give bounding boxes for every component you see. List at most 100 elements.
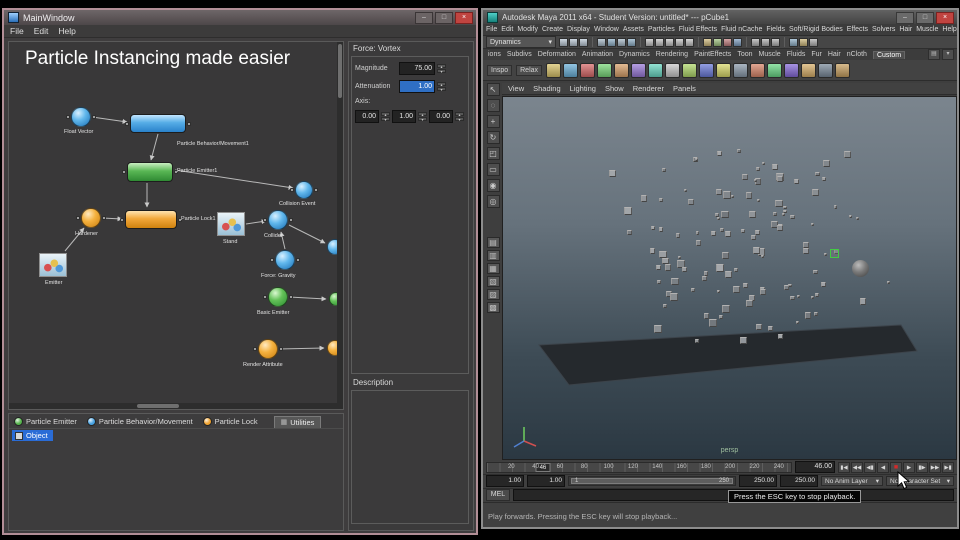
shelf-tool-icon[interactable] bbox=[801, 62, 817, 78]
graph-node-thumbnail[interactable] bbox=[39, 253, 67, 277]
shelf-tool-icon[interactable] bbox=[682, 62, 698, 78]
spin-up-icon[interactable]: ▴ bbox=[437, 64, 446, 69]
playback-button[interactable]: ◀ bbox=[877, 461, 889, 473]
graph-node-ball-blue[interactable] bbox=[71, 107, 91, 127]
tool-icon[interactable]: ↖ bbox=[486, 83, 500, 96]
shelf-tab-deformation[interactable]: Deformation bbox=[538, 51, 576, 58]
maya-menu-fluid-effects[interactable]: Fluid Effects bbox=[679, 26, 717, 33]
current-time-field[interactable]: 46.00 bbox=[795, 461, 835, 473]
tool-icon[interactable]: ▭ bbox=[486, 163, 500, 176]
maya-menu-particles[interactable]: Particles bbox=[648, 26, 675, 33]
panel-menu-renderer[interactable]: Renderer bbox=[633, 84, 664, 93]
playback-button[interactable]: ◀▮ bbox=[864, 461, 876, 473]
axis-x-spinner[interactable]: ▴ ▾ bbox=[381, 112, 390, 122]
panel-menu-view[interactable]: View bbox=[508, 84, 524, 93]
shelf-tab-fluids[interactable]: Fluids bbox=[787, 51, 806, 58]
shelf-tool-icon[interactable] bbox=[631, 62, 647, 78]
maya-menu-create[interactable]: Create bbox=[542, 26, 563, 33]
status-toolbar-icon[interactable] bbox=[597, 37, 606, 47]
status-toolbar-icon[interactable] bbox=[799, 37, 808, 47]
graph-node-ball-blue[interactable] bbox=[268, 210, 288, 230]
status-toolbar-icon[interactable] bbox=[713, 37, 722, 47]
shelf-tool-icon[interactable] bbox=[750, 62, 766, 78]
maya-menu-solvers[interactable]: Solvers bbox=[872, 26, 895, 33]
maya-menu-display[interactable]: Display bbox=[567, 26, 590, 33]
layout-button[interactable]: ▩ bbox=[486, 302, 500, 313]
playback-button[interactable]: ▶▮ bbox=[942, 461, 954, 473]
status-toolbar-icon[interactable] bbox=[569, 37, 578, 47]
panel-menu-show[interactable]: Show bbox=[605, 84, 624, 93]
range-slider[interactable]: 1 250 bbox=[568, 476, 736, 486]
time-slider[interactable]: 46 20 40 60 80 100 120 140 160 180 200 220 240 bbox=[486, 461, 792, 473]
spin-up-icon[interactable]: ▴ bbox=[418, 112, 427, 117]
axis-x-field[interactable]: 0.00 bbox=[355, 110, 379, 123]
close-button[interactable]: × bbox=[936, 12, 954, 24]
shelf-tool-icon[interactable] bbox=[818, 62, 834, 78]
status-toolbar-icon[interactable] bbox=[809, 37, 818, 47]
menu-item-file[interactable]: File bbox=[10, 26, 24, 36]
graph-node-ball-orange[interactable] bbox=[81, 208, 101, 228]
spin-up-icon[interactable]: ▴ bbox=[381, 112, 390, 117]
close-button[interactable]: × bbox=[455, 12, 473, 24]
shelf-tool-icon[interactable] bbox=[597, 62, 613, 78]
minimize-button[interactable]: – bbox=[415, 12, 433, 24]
node-graph-editor[interactable]: Particle Instancing made easier Float Ve… bbox=[8, 41, 344, 410]
maya-menu-effects[interactable]: Effects bbox=[847, 26, 868, 33]
maya-menu-help[interactable]: Help bbox=[942, 26, 956, 33]
layout-button[interactable]: ▧ bbox=[486, 276, 500, 287]
layout-button[interactable]: ▤ bbox=[486, 237, 500, 248]
shelf-tab-rendering[interactable]: Rendering bbox=[656, 51, 688, 58]
status-toolbar-icon[interactable] bbox=[789, 37, 798, 47]
graph-node-ball-green[interactable] bbox=[268, 287, 288, 307]
status-toolbar-icon[interactable] bbox=[607, 37, 616, 47]
magnitude-spinner[interactable]: ▴ ▾ bbox=[437, 64, 446, 74]
shelf-tab-painteffects[interactable]: PaintEffects bbox=[694, 51, 731, 58]
layout-button[interactable]: ▦ bbox=[486, 263, 500, 274]
shelf-menu-icon[interactable]: ▾ bbox=[942, 49, 954, 60]
shelf-tool-icon[interactable] bbox=[767, 62, 783, 78]
spin-up-icon[interactable]: ▴ bbox=[437, 82, 446, 87]
maya-menu-edit[interactable]: Edit bbox=[501, 26, 513, 33]
horizontal-scrollbar-thumb[interactable] bbox=[137, 404, 179, 408]
command-language-toggle[interactable]: MEL bbox=[486, 489, 510, 501]
shelf-tool-icon[interactable] bbox=[546, 62, 562, 78]
maya-menu-muscle[interactable]: Muscle bbox=[916, 26, 938, 33]
status-toolbar-icon[interactable] bbox=[703, 37, 712, 47]
shelf-tool-icon[interactable] bbox=[835, 62, 851, 78]
status-toolbar-icon[interactable] bbox=[665, 37, 674, 47]
layout-button[interactable]: ▨ bbox=[486, 289, 500, 300]
panel-menu-lighting[interactable]: Lighting bbox=[570, 84, 596, 93]
perspective-viewport[interactable]: persp bbox=[502, 96, 957, 460]
tool-icon[interactable]: + bbox=[486, 115, 500, 128]
maya-menu-hair[interactable]: Hair bbox=[899, 26, 912, 33]
shelf-tool-icon[interactable] bbox=[580, 62, 596, 78]
playback-button[interactable]: ▮▶ bbox=[916, 461, 928, 473]
status-toolbar-icon[interactable] bbox=[771, 37, 780, 47]
status-toolbar-icon[interactable] bbox=[685, 37, 694, 47]
status-toolbar-icon[interactable] bbox=[675, 37, 684, 47]
shelf-tab-subdivs[interactable]: Subdivs bbox=[507, 51, 532, 58]
animation-end-field[interactable]: 250.00 bbox=[780, 475, 818, 487]
axis-y-spinner[interactable]: ▴ ▾ bbox=[418, 112, 427, 122]
shelf-tool-icon[interactable] bbox=[614, 62, 630, 78]
layout-button[interactable]: ▥ bbox=[486, 250, 500, 261]
shelf-tab-custom[interactable]: Custom bbox=[872, 50, 906, 59]
status-toolbar-icon[interactable] bbox=[751, 37, 760, 47]
spin-down-icon[interactable]: ▾ bbox=[418, 117, 427, 122]
spin-up-icon[interactable]: ▴ bbox=[455, 112, 464, 117]
playback-start-field[interactable]: 1.00 bbox=[527, 475, 565, 487]
spin-down-icon[interactable]: ▾ bbox=[437, 69, 446, 74]
graph-node-thumbnail[interactable] bbox=[217, 212, 245, 236]
shelf-button-inspo[interactable]: Inspo bbox=[487, 64, 513, 76]
shelf-tab-hair[interactable]: Hair bbox=[828, 51, 841, 58]
maya-menu-assets[interactable]: Assets bbox=[623, 26, 644, 33]
status-toolbar-icon[interactable] bbox=[579, 37, 588, 47]
shelf-tool-icon[interactable] bbox=[733, 62, 749, 78]
shelf-button-relax[interactable]: Relax bbox=[516, 64, 543, 76]
graph-node-ball-orange[interactable] bbox=[258, 339, 278, 359]
shelf-tool-icon[interactable] bbox=[648, 62, 664, 78]
selected-cube-wireframe[interactable] bbox=[830, 249, 839, 258]
status-toolbar-icon[interactable] bbox=[655, 37, 664, 47]
graph-node-rect-green[interactable] bbox=[127, 162, 173, 182]
spin-down-icon[interactable]: ▾ bbox=[455, 117, 464, 122]
